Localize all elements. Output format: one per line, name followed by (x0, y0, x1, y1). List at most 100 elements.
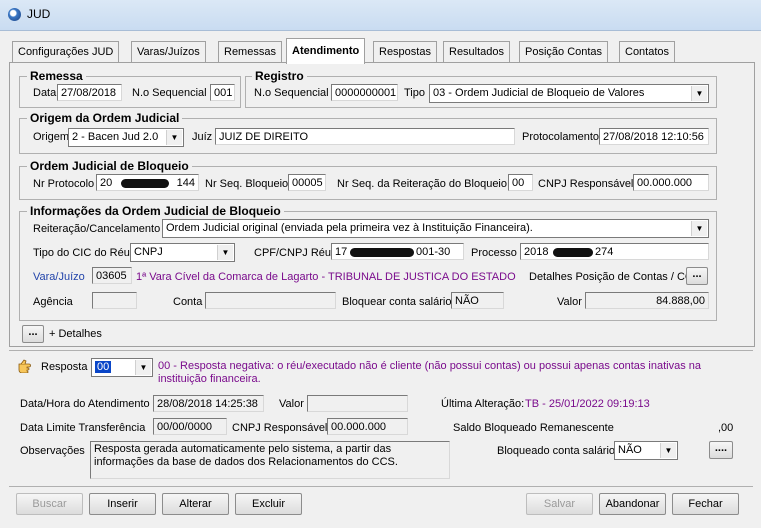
cpf-prefix: 17 (335, 246, 348, 258)
vara-code-field[interactable]: 03605 (92, 267, 132, 284)
saldo-label: Saldo Bloqueado Remanescente (453, 422, 614, 434)
resp-valor-field[interactable] (307, 395, 408, 412)
redacted-mark (121, 179, 169, 188)
detalhes-pos-label: Detalhes Posição de Contas / CCS (529, 271, 701, 283)
nr-protocolo-suffix: 144 (176, 177, 195, 189)
tipo-cic-select[interactable]: CNPJ ▼ (130, 243, 235, 262)
origem-title: Origem da Ordem Judicial (27, 112, 183, 125)
bloqueado-value: NÃO (618, 444, 642, 456)
cpf-field[interactable]: 17 001-30 (331, 243, 464, 260)
redacted-mark (350, 248, 414, 257)
chevron-down-icon: ▼ (135, 360, 151, 375)
nr-protocolo-field[interactable]: 20 144 (96, 174, 199, 191)
resp-valor-label: Valor (279, 398, 304, 410)
inserir-button[interactable]: Inserir (89, 493, 156, 515)
tab-configuracoes[interactable]: Configurações JUD (12, 41, 120, 63)
resposta-description: 00 - Resposta negativa: o réu/executado … (158, 360, 702, 385)
salvar-button[interactable]: Salvar (526, 493, 593, 515)
origem-select[interactable]: 2 - Bacen Jud 2.0 ▼ (68, 128, 184, 147)
ultima-alteracao-label: Última Alteração: (441, 398, 525, 410)
bloqueado-button[interactable]: .... (709, 441, 733, 459)
nr-protocolo-prefix: 20 (100, 177, 113, 189)
tab-resultados[interactable]: Resultados (443, 41, 511, 63)
chevron-down-icon: ▼ (217, 245, 233, 260)
agencia-field[interactable] (92, 292, 137, 309)
bloquear-label: Bloquear conta salário (342, 296, 452, 308)
title-bar: JUD (0, 0, 761, 31)
tab-respostas[interactable]: Respostas (373, 41, 437, 63)
data-hora-label: Data/Hora do Atendimento (20, 398, 150, 410)
tab-atendimento[interactable]: Atendimento (286, 38, 366, 64)
resposta-select[interactable]: 00 ▼ (91, 358, 153, 377)
detalhes-pos-button[interactable]: ... (686, 267, 708, 285)
remessa-seq-label: N.o Sequencial (132, 87, 207, 99)
ordem-title: Ordem Judicial de Bloqueio (27, 160, 192, 173)
chevron-down-icon: ▼ (166, 130, 182, 145)
ultima-alteracao-value: TB - 25/01/2022 09:19:13 (525, 398, 650, 410)
registro-tipo-select[interactable]: 03 - Ordem Judicial de Bloqueio de Valor… (429, 84, 709, 103)
resp-cnpj-field[interactable]: 00.000.000 (327, 418, 408, 435)
origem-value: 2 - Bacen Jud 2.0 (72, 131, 159, 143)
tab-contatos[interactable]: Contatos (619, 41, 676, 63)
bloquear-field[interactable]: NÃO (451, 292, 504, 309)
conta-field[interactable] (205, 292, 336, 309)
alterar-button[interactable]: Alterar (162, 493, 229, 515)
bloqueado-select[interactable]: NÃO ▼ (614, 441, 678, 460)
app-logo-icon (8, 8, 21, 21)
observacoes-label: Observações (20, 445, 85, 457)
processo-field[interactable]: 2018 274 (520, 243, 709, 260)
reiteracao-select[interactable]: Ordem Judicial original (enviada pela pr… (162, 219, 709, 238)
vara-desc: 1ª Vara Cível da Comarca de Lagarto - TR… (136, 271, 516, 283)
resposta-code: 00 (95, 361, 112, 373)
divider (9, 350, 753, 351)
juiz-field[interactable]: JUIZ DE DIREITO (215, 128, 515, 145)
reiteracao-label: Reiteração/Cancelamento (33, 223, 161, 235)
remessa-seq-field[interactable]: 001 (210, 84, 235, 101)
observacoes-field[interactable]: Resposta gerada automaticamente pelo sis… (90, 441, 450, 479)
cnpj-resp-field[interactable]: 00.000.000 (633, 174, 709, 191)
valor-label: Valor (557, 296, 582, 308)
valor-field[interactable]: 84.888,00 (585, 292, 709, 309)
nr-protocolo-label: Nr Protocolo (33, 178, 95, 190)
cpf-suffix: 001-30 (416, 246, 451, 258)
detalhes-label: + Detalhes (49, 328, 102, 340)
reiteracao-value: Ordem Judicial original (enviada pela pr… (166, 222, 533, 234)
vara-label[interactable]: Vara/Juízo (33, 270, 85, 284)
registro-tipo-label: Tipo (404, 87, 425, 99)
data-hora-field[interactable]: 28/08/2018 14:25:38 (153, 395, 264, 412)
resp-cnpj-label: CNPJ Responsável (232, 422, 328, 434)
bloqueado-label: Bloqueado conta salário (497, 445, 616, 457)
juiz-label: Juíz (192, 131, 213, 143)
redacted-mark (553, 248, 593, 257)
resposta-label: Resposta (41, 361, 88, 373)
remessa-data-field[interactable]: 27/08/2018 (57, 84, 122, 101)
fechar-button[interactable]: Fechar (672, 493, 739, 515)
tab-remessas[interactable]: Remessas (218, 41, 282, 63)
agencia-label: Agência (33, 296, 73, 308)
excluir-button[interactable]: Excluir (235, 493, 302, 515)
nr-seq-bloqueio-field[interactable]: 00005 (288, 174, 326, 191)
protocolamento-label: Protocolamento (522, 131, 600, 143)
info-title: Informações da Ordem Judicial de Bloquei… (27, 205, 284, 218)
buscar-button[interactable]: Buscar (16, 493, 83, 515)
remessa-title: Remessa (27, 70, 86, 83)
chevron-down-icon: ▼ (660, 443, 676, 458)
detalhes-button[interactable]: ... (22, 325, 44, 343)
cnpj-resp-label: CNPJ Responsável (538, 178, 634, 190)
data-limite-field[interactable]: 00/00/0000 (153, 418, 227, 435)
tab-varas[interactable]: Varas/Juízos (131, 41, 206, 63)
tab-posicao-contas[interactable]: Posição Contas (519, 41, 609, 63)
registro-tipo-value: 03 - Ordem Judicial de Bloqueio de Valor… (433, 87, 645, 99)
data-limite-label: Data Limite Transferência (20, 422, 146, 434)
abandonar-button[interactable]: Abandonar (599, 493, 666, 515)
processo-prefix: 2018 (524, 246, 549, 258)
registro-seq-field[interactable]: 0000000001 (331, 84, 398, 101)
cpf-label: CPF/CNPJ Réu (254, 247, 332, 259)
nr-seq-reiteracao-field[interactable]: 00 (508, 174, 533, 191)
processo-suffix: 274 (595, 246, 614, 258)
chevron-down-icon: ▼ (691, 221, 707, 236)
tipo-cic-value: CNPJ (134, 246, 163, 258)
processo-label: Processo (471, 247, 517, 259)
protocolamento-field[interactable]: 27/08/2018 12:10:56 (599, 128, 709, 145)
origem-label: Origem (33, 131, 70, 143)
